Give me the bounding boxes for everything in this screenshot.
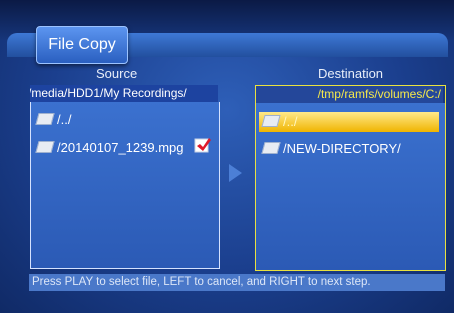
source-label: Source (96, 66, 138, 81)
destination-file-list[interactable]: /tmp/ramfs/volumes/C:/ /../ /NEW-DIRECTO… (255, 85, 446, 271)
checkbox-checked-icon[interactable] (194, 136, 212, 154)
list-item-label: /../ (283, 114, 298, 129)
source-file-list[interactable]: /../ /20140107_1239.mpg (30, 102, 220, 269)
list-item-label: /../ (57, 112, 72, 127)
list-item[interactable]: /../ (35, 110, 72, 130)
source-path: /media/HDD1/My Recordings/ (30, 85, 218, 103)
destination-path: /tmp/ramfs/volumes/C:/ (256, 86, 443, 103)
file-icon (261, 115, 281, 127)
screen-background: File Copy Source Destination /media/HDD1… (0, 0, 454, 313)
list-item[interactable]: /20140107_1239.mpg (35, 138, 184, 158)
destination-label: Destination (318, 66, 384, 81)
list-item-label: /NEW-DIRECTORY/ (283, 141, 401, 156)
file-icon (35, 141, 55, 153)
list-item[interactable]: /NEW-DIRECTORY/ (261, 139, 401, 159)
destination-list-body: /../ /NEW-DIRECTORY/ (256, 103, 445, 270)
list-item-selected[interactable]: /../ (259, 112, 439, 132)
list-item-label: /20140107_1239.mpg (57, 140, 184, 155)
file-icon (35, 113, 55, 125)
window-title: File Copy (36, 26, 128, 64)
source-path-text: /media/HDD1/My Recordings/ (30, 86, 187, 100)
folder-icon (261, 142, 281, 154)
right-arrow-icon (229, 164, 242, 182)
status-bar: Press PLAY to select file, LEFT to cance… (29, 274, 445, 291)
